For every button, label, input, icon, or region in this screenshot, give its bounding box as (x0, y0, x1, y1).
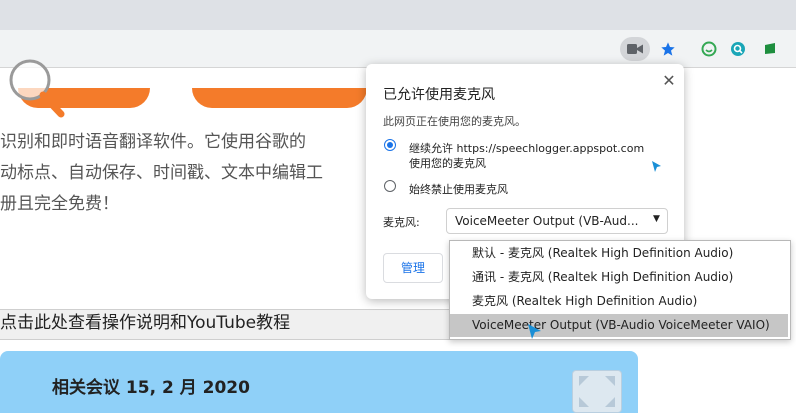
block-radio[interactable] (384, 180, 396, 192)
extension-icon[interactable] (758, 37, 782, 61)
mic-option[interactable]: 通讯 - 麦克风 (Realtek High Definition Audio) (450, 266, 788, 289)
tab-strip (0, 0, 796, 30)
close-icon[interactable]: ✕ (660, 72, 678, 90)
magnifier-icon (6, 56, 68, 122)
popup-subtitle: 此网页正在使用您的麦克风。 (383, 115, 526, 128)
description-line: 册且完全免费！ (0, 194, 119, 214)
allow-radio[interactable] (384, 139, 396, 151)
instructions-link[interactable]: 点击此处查看操作说明和YouTube教程 (0, 312, 290, 334)
orange-button[interactable] (192, 88, 367, 108)
allow-option-label[interactable]: 继续允许 https://speechlogger.appspot.com (409, 140, 644, 156)
mic-option[interactable]: 默认 - 麦克风 (Realtek High Definition Audio) (450, 242, 788, 265)
dropdown-arrow-icon[interactable]: ▼ (653, 214, 660, 224)
meeting-title: 相关会议 15, 2 月 2020 (52, 378, 250, 398)
mic-label: 麦克风: (383, 216, 420, 229)
block-option-label[interactable]: 始终禁止使用麦克风 (409, 181, 508, 197)
cursor-icon (652, 158, 662, 177)
mic-option-highlighted[interactable]: VoiceMeeter Output (VB-Audio VoiceMeeter… (450, 314, 788, 337)
cursor-icon (528, 324, 542, 344)
extension-icon[interactable] (697, 37, 721, 61)
description-line: 识别和即时语音翻译软件。它使用谷歌的 (0, 132, 306, 152)
star-icon[interactable] (656, 37, 680, 61)
description-line: 动标点、自动保存、时间戳、文本中编辑工 (0, 163, 323, 183)
fullscreen-icon[interactable] (572, 370, 622, 413)
allow-option-label-line2[interactable]: 使用您的麦克风 (409, 155, 486, 171)
popup-title: 已允许使用麦克风 (383, 87, 495, 103)
mic-select[interactable]: VoiceMeeter Output (VB-Aud... (446, 208, 668, 234)
mic-option[interactable]: 麦克风 (Realtek High Definition Audio) (450, 290, 788, 313)
manage-button[interactable]: 管理 (383, 253, 443, 283)
camera-icon[interactable] (620, 37, 650, 61)
extension-icon[interactable] (726, 37, 750, 61)
